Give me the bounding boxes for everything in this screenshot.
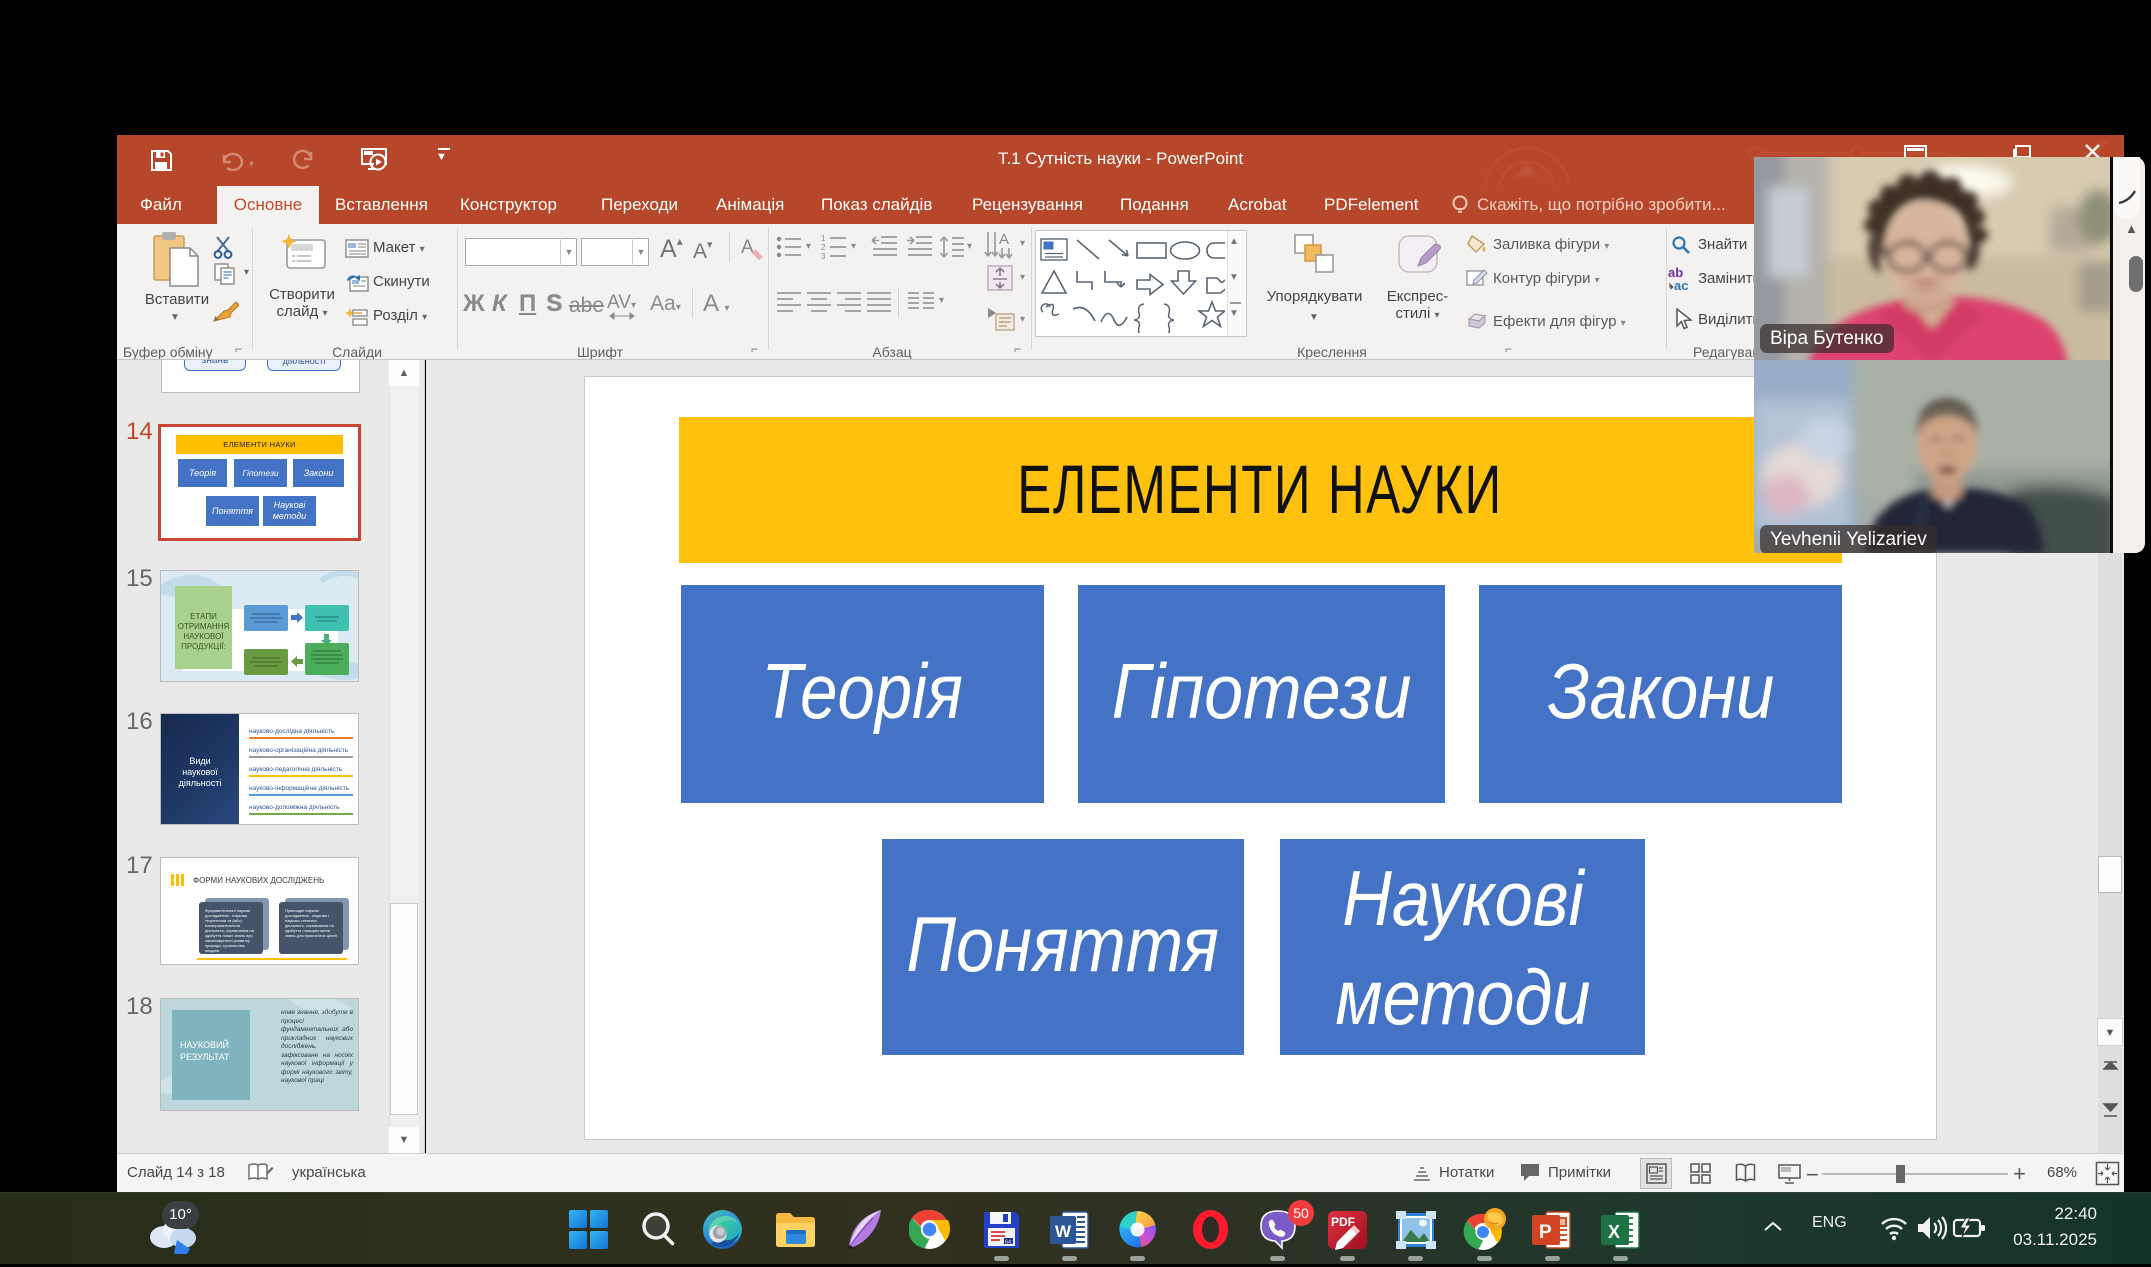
- svg-text:PDF: PDF: [1331, 1215, 1355, 1229]
- svg-text:W: W: [1055, 1222, 1072, 1241]
- svg-text:1: 1: [821, 234, 826, 243]
- svg-text:2: 2: [821, 243, 826, 252]
- svg-text:ac: ac: [1674, 278, 1688, 292]
- svg-text:P: P: [1539, 1222, 1552, 1243]
- svg-text:X: X: [1608, 1222, 1620, 1242]
- svg-text:A: A: [741, 237, 754, 258]
- svg-text:3: 3: [821, 252, 826, 261]
- svg-text:A: A: [999, 231, 1009, 248]
- svg-text:64:: 64:: [1005, 1240, 1013, 1246]
